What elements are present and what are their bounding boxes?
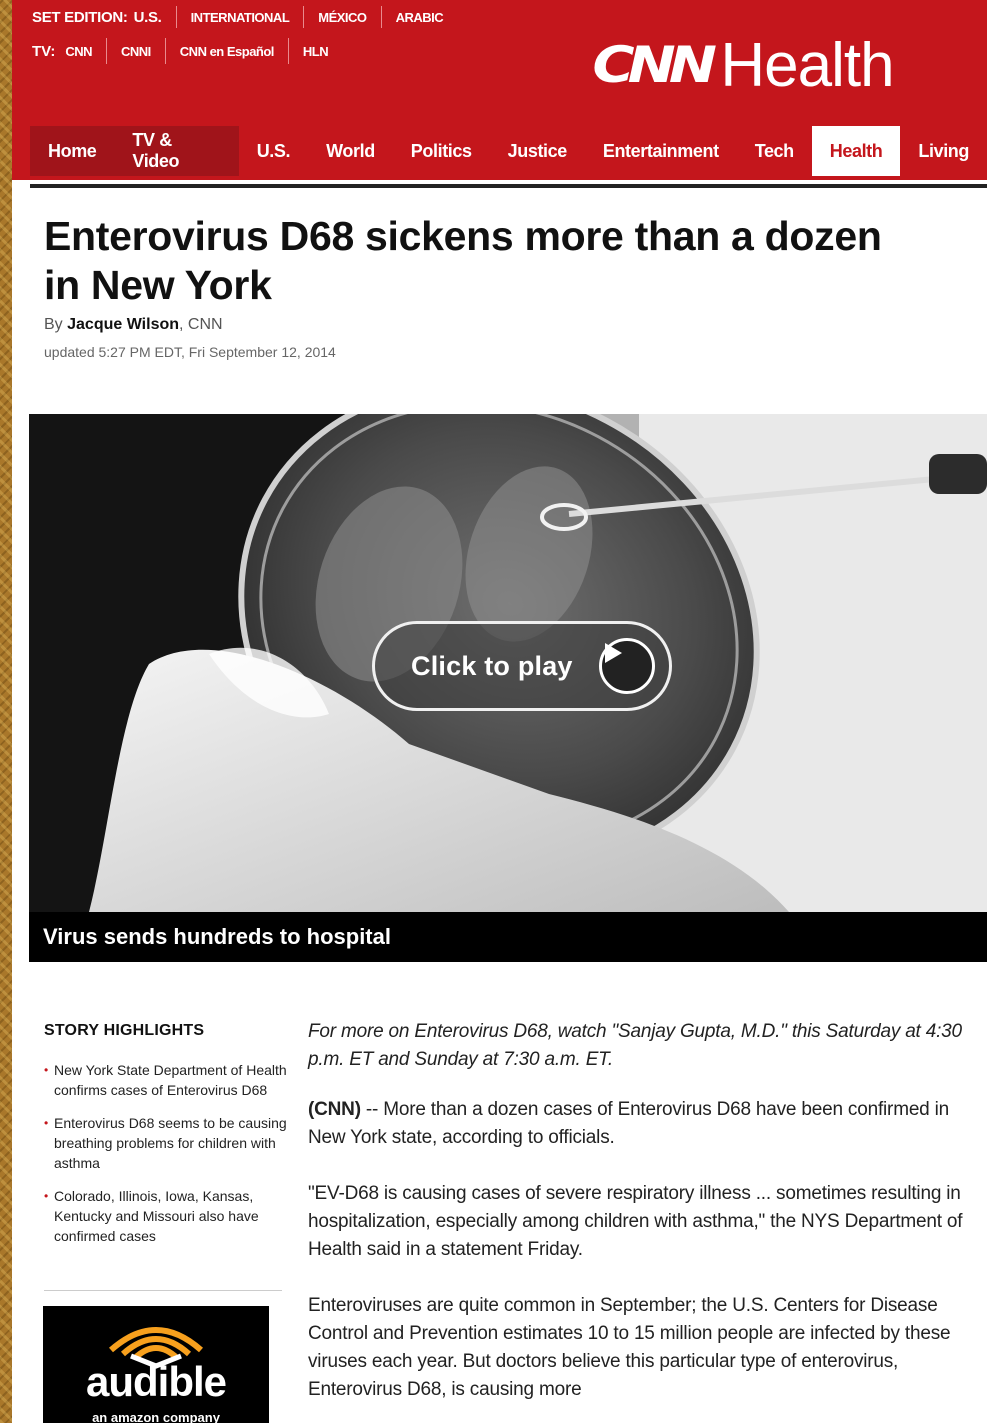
article-paragraph: "EV-D68 is causing cases of severe respi… [308, 1183, 963, 1260]
tv-link-hln[interactable]: HLN [303, 44, 329, 59]
article-headline: Enterovirus D68 sickens more than a doze… [44, 213, 882, 308]
list-item: Colorado, Illinois, Iowa, Kansas, Kentuc… [44, 1186, 294, 1246]
cnn-health-logo[interactable]: CNN Health [592, 30, 894, 100]
tv-link-cnn[interactable]: CNN [65, 44, 92, 59]
divider [380, 6, 382, 28]
edition-selector: SET EDITION: U.S. INTERNATIONAL MÉXICO AR… [32, 6, 444, 28]
byline-outlet: , CNN [179, 316, 223, 333]
site-header: SET EDITION: U.S. INTERNATIONAL MÉXICO AR… [12, 0, 987, 180]
updated-timestamp: updated 5:27 PM EDT, Fri September 12, 2… [44, 344, 336, 360]
divider [44, 1290, 282, 1291]
ad-subtitle: an amazon company [92, 1410, 220, 1423]
nav-item-tech[interactable]: Tech [737, 126, 812, 176]
video-caption: Virus sends hundreds to hospital [29, 912, 987, 962]
nav-item-entertainment[interactable]: Entertainment [585, 126, 737, 176]
author-link[interactable]: Jacque Wilson [67, 316, 179, 333]
nav-item-politics[interactable]: Politics [393, 126, 490, 176]
byline: By Jacque Wilson, CNN [44, 316, 223, 334]
article-paragraph: (CNN) -- More than a dozen cases of Ente… [308, 1096, 968, 1152]
main-nav: Home TV & Video U.S. World Politics Just… [30, 126, 987, 176]
nav-item-tv-video[interactable]: TV & Video [114, 126, 239, 176]
divider [303, 6, 305, 28]
article-page: SET EDITION: U.S. INTERNATIONAL MÉXICO AR… [12, 0, 987, 1423]
ad-brand: audible [85, 1358, 227, 1405]
nav-item-home[interactable]: Home [30, 126, 115, 176]
tv-label: TV: [32, 42, 56, 60]
nav-item-us[interactable]: U.S. [239, 126, 308, 176]
story-highlights-list: New York State Department of Health conf… [44, 1060, 294, 1259]
edition-link-international[interactable]: INTERNATIONAL [191, 10, 290, 25]
tv-link-cnni[interactable]: CNNI [121, 44, 151, 59]
paragraph-text: -- More than a dozen cases of Enteroviru… [308, 1099, 950, 1148]
edition-link-arabic[interactable]: ARABIC [396, 10, 444, 25]
section-logo-text: Health [720, 30, 894, 100]
audible-ad[interactable]: audible an amazon company [43, 1306, 269, 1423]
tv-links: TV: CNN CNNI CNN en Español HLN [32, 38, 329, 64]
list-item: New York State Department of Health conf… [44, 1060, 294, 1100]
divider [175, 6, 177, 28]
edition-link-mexico[interactable]: MÉXICO [318, 10, 367, 25]
list-item: Enterovirus D68 seems to be causing brea… [44, 1113, 294, 1173]
nav-item-health[interactable]: Health [811, 126, 901, 176]
article-body: For more on Enterovirus D68, watch "Sanj… [308, 1018, 968, 1423]
video-player[interactable]: Click to play [29, 414, 987, 912]
edition-current[interactable]: U.S. [134, 9, 162, 26]
divider [106, 38, 108, 64]
divider [164, 38, 166, 64]
article-paragraph: Enteroviruses are quite common in Septem… [308, 1295, 951, 1400]
source-tag: (CNN) [308, 1099, 361, 1120]
nav-item-justice[interactable]: Justice [490, 126, 585, 176]
byline-prefix: By [44, 316, 63, 333]
play-label: Click to play [411, 650, 573, 681]
article-intro: For more on Enterovirus D68, watch "Sanj… [308, 1021, 962, 1070]
nav-item-living[interactable]: Living [900, 126, 987, 176]
divider [287, 38, 289, 64]
edition-label: SET EDITION: U.S. [32, 8, 162, 26]
click-to-play-button[interactable]: Click to play [372, 621, 672, 711]
video-caption-text: Virus sends hundreds to hospital [43, 924, 391, 949]
story-highlights-title: STORY HIGHLIGHTS [44, 1022, 205, 1039]
nav-item-world[interactable]: World [308, 126, 393, 176]
cnn-logo-mark: CNN [592, 36, 717, 94]
play-icon [599, 638, 655, 694]
tv-link-cnn-espanol[interactable]: CNN en Español [180, 44, 275, 59]
header-rule [30, 184, 987, 188]
